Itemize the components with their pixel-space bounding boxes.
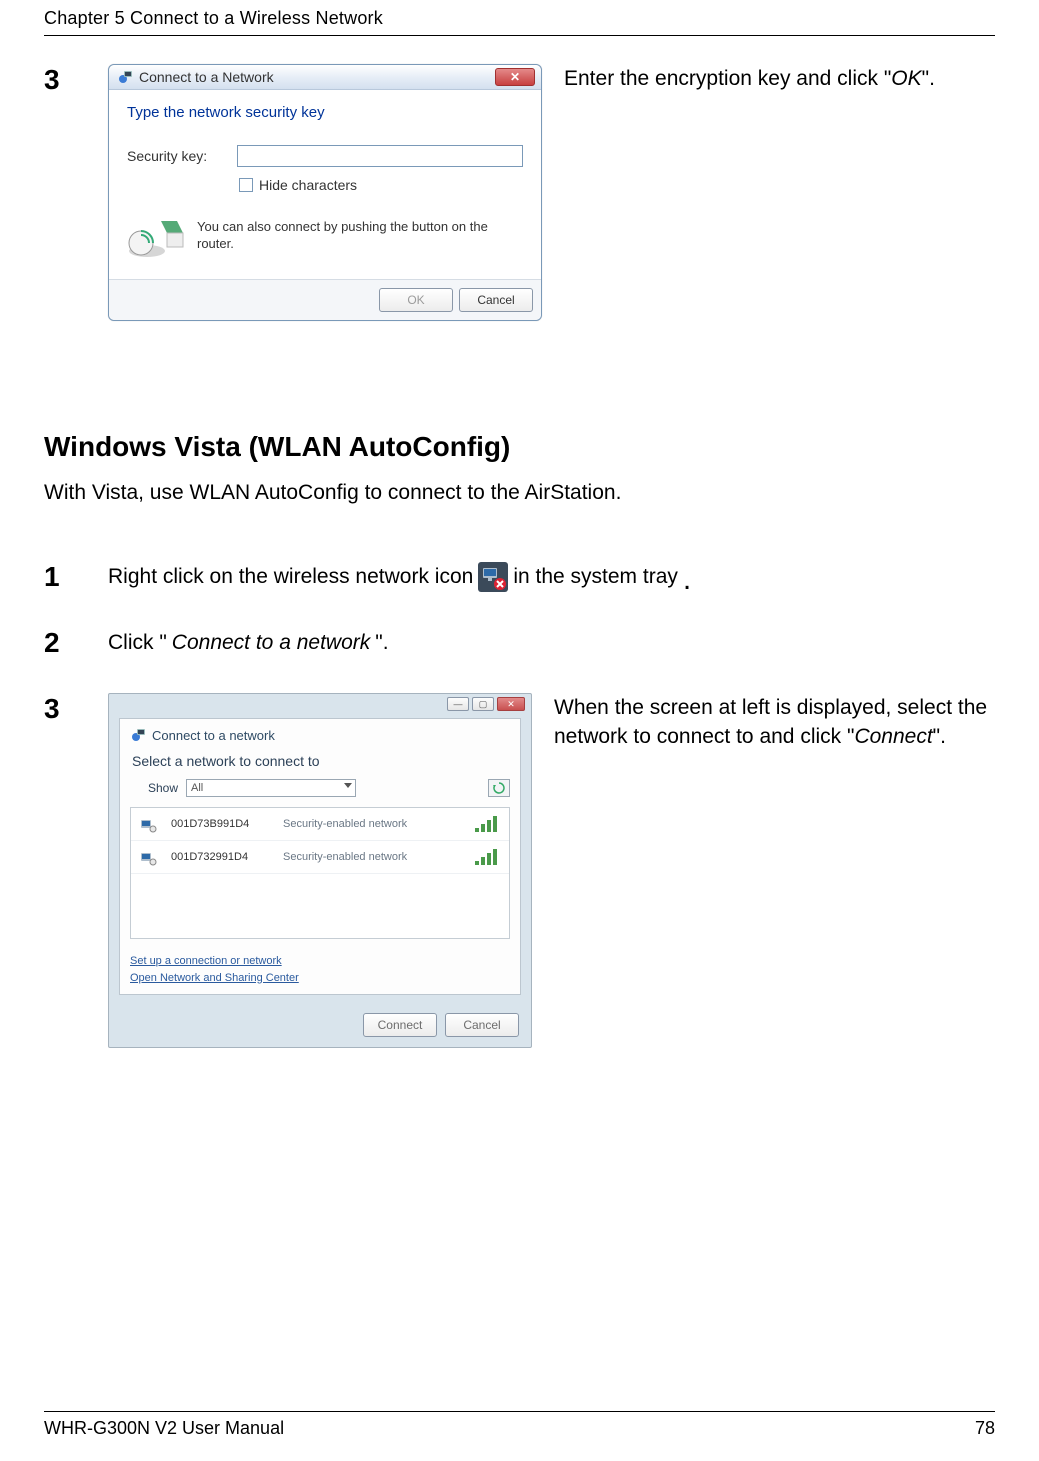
step-3a-text-italic: OK xyxy=(891,67,921,90)
step2-post: ". xyxy=(375,631,388,655)
network-icon xyxy=(130,727,146,743)
section-intro: With Vista, use WLAN AutoConfig to conne… xyxy=(44,481,995,505)
network-item[interactable]: 001D73B991D4 Security-enabled network xyxy=(131,808,509,841)
dialog-footer: Connect Cancel xyxy=(109,1005,531,1047)
setup-connection-link[interactable]: Set up a connection or network xyxy=(130,953,510,970)
step2-italic: Connect to a network xyxy=(172,631,370,655)
step-1-row: 1 Right click on the wireless network ic… xyxy=(44,561,995,593)
chapter-title: Chapter 5 Connect to a Wireless Network xyxy=(44,8,995,29)
security-key-row: Security key: xyxy=(127,145,523,167)
show-filter-row: Show All xyxy=(130,779,510,797)
page-header: Chapter 5 Connect to a Wireless Network xyxy=(44,0,995,36)
step3b-post: ". xyxy=(933,725,946,748)
signal-icon xyxy=(475,849,501,865)
cancel-button[interactable]: Cancel xyxy=(459,288,533,312)
hide-characters-label: Hide characters xyxy=(259,177,357,193)
step1-pre: Right click on the wireless network icon xyxy=(108,565,473,589)
close-button[interactable]: ✕ xyxy=(497,697,525,711)
cancel-button[interactable]: Cancel xyxy=(445,1013,519,1037)
ok-button[interactable]: OK xyxy=(379,288,453,312)
step-3b-caption: When the screen at left is displayed, se… xyxy=(554,693,994,752)
step-3a-row: 3 Connect to a Network ✕ Type the networ… xyxy=(44,64,995,321)
dialog-titlebar: Connect to a Network ✕ xyxy=(109,65,541,90)
hide-characters-row: Hide characters xyxy=(239,177,523,193)
minimize-button[interactable]: — xyxy=(447,697,469,711)
dialog-body: Type the network security key Security k… xyxy=(109,90,541,279)
network-name: 001D732991D4 xyxy=(171,851,271,863)
dialog-subtitle: Select a network to connect to xyxy=(132,753,510,769)
step-number: 3 xyxy=(44,64,108,96)
dialog-title-row: Connect to a network xyxy=(130,727,510,743)
footer-links: Set up a connection or network Open Netw… xyxy=(130,953,510,986)
connect-network-dialog: — ▢ ✕ Connect to a network Select a netw… xyxy=(108,693,532,1048)
step2-pre: Click " xyxy=(108,631,167,655)
hide-characters-checkbox[interactable] xyxy=(239,178,253,192)
maximize-button[interactable]: ▢ xyxy=(472,697,494,711)
step-3a-text-pre: Enter the encryption key and click " xyxy=(564,67,891,90)
step-number: 3 xyxy=(44,693,108,725)
security-key-label: Security key: xyxy=(127,148,237,164)
step1-post: in the system tray xyxy=(513,565,678,589)
step-1-text: Right click on the wireless network icon… xyxy=(108,562,691,592)
refresh-button[interactable] xyxy=(488,779,510,797)
step-3b-row: 3 — ▢ ✕ Connect to a network Select a ne… xyxy=(44,693,995,1048)
network-name: 001D73B991D4 xyxy=(171,818,271,830)
network-status: Security-enabled network xyxy=(283,818,463,830)
network-status: Security-enabled network xyxy=(283,851,463,863)
page-number: 78 xyxy=(975,1418,995,1439)
wireless-icon xyxy=(139,814,159,834)
network-list: 001D73B991D4 Security-enabled network 00… xyxy=(130,807,510,939)
network-icon xyxy=(117,69,133,85)
step-2-row: 2 Click "Connect to a network". xyxy=(44,627,995,659)
step-number: 1 xyxy=(44,561,108,593)
push-text: You can also connect by pushing the butt… xyxy=(197,219,523,253)
network-item[interactable]: 001D732991D4 Security-enabled network xyxy=(131,841,509,874)
step-2-text: Click "Connect to a network". xyxy=(108,631,389,655)
open-sharing-center-link[interactable]: Open Network and Sharing Center xyxy=(130,970,510,987)
show-label: Show xyxy=(148,781,178,795)
section-heading: Windows Vista (WLAN AutoConfig) xyxy=(44,431,995,463)
signal-icon xyxy=(475,816,501,832)
security-key-input[interactable] xyxy=(237,145,523,167)
security-key-dialog: Connect to a Network ✕ Type the network … xyxy=(108,64,542,321)
wireless-icon xyxy=(139,847,159,867)
dialog-title: Connect to a network xyxy=(152,728,275,743)
show-value: All xyxy=(191,782,203,794)
refresh-icon xyxy=(493,782,505,794)
manual-name: WHR-G300N V2 User Manual xyxy=(44,1418,284,1439)
dialog-heading: Type the network security key xyxy=(127,104,523,121)
close-icon: ✕ xyxy=(510,71,520,83)
connect-button[interactable]: Connect xyxy=(363,1013,437,1037)
dialog-title: Connect to a Network xyxy=(139,69,274,85)
step3b-italic: Connect xyxy=(854,725,932,748)
window-controls: — ▢ ✕ xyxy=(109,694,531,714)
dialog-footer: OK Cancel xyxy=(109,279,541,320)
show-dropdown[interactable]: All xyxy=(186,779,356,797)
step-number: 2 xyxy=(44,627,108,659)
dialog-inner: Connect to a network Select a network to… xyxy=(119,718,521,995)
page-footer: WHR-G300N V2 User Manual 78 xyxy=(44,1411,995,1439)
close-button[interactable]: ✕ xyxy=(495,68,535,86)
tray-network-icon xyxy=(478,562,508,592)
step-3a-text-post: ". xyxy=(922,67,935,90)
step-3a-caption: Enter the encryption key and click "OK". xyxy=(564,64,935,93)
push-button-row: You can also connect by pushing the butt… xyxy=(127,213,523,259)
router-push-icon xyxy=(127,213,185,259)
